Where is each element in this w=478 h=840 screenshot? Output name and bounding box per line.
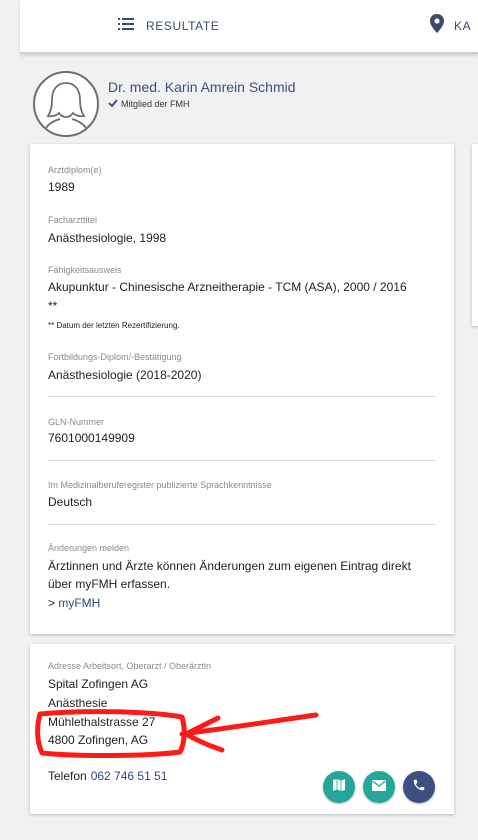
capability-marker: ** bbox=[48, 299, 58, 313]
address-line-2: Anästhesie bbox=[48, 696, 108, 710]
diploma-label: Arztdiplom(e) bbox=[48, 165, 102, 175]
email-button[interactable] bbox=[363, 771, 395, 803]
address-line-1: Spital Zofingen AG bbox=[48, 677, 149, 691]
training-value: Anästhesiologie (2018-2020) bbox=[48, 368, 202, 382]
recertification-note: ** Datum der letzten Rezertifizierung. bbox=[48, 321, 180, 330]
training-label: Fortbildungs-Diplom/-Bestätigung bbox=[48, 352, 182, 362]
address-line-3: Mühlethalstrasse 27 bbox=[48, 715, 156, 729]
details-card: Arztdiplom(e) 1989 Facharzttitel Anästhe… bbox=[30, 144, 454, 634]
tab-results[interactable]: RESULTATE bbox=[118, 0, 219, 52]
languages-value: Deutsch bbox=[48, 495, 93, 509]
myfmh-link-row: > myFMH bbox=[48, 595, 100, 612]
avatar bbox=[33, 71, 99, 137]
adjacent-card-edge bbox=[472, 144, 478, 326]
tab-map[interactable]: KA bbox=[430, 0, 471, 52]
address-line-4: 4800 Zofingen, AG bbox=[48, 733, 149, 747]
myfmh-link[interactable]: myFMH bbox=[58, 596, 100, 610]
divider bbox=[48, 396, 436, 397]
tab-map-label: KA bbox=[454, 19, 472, 33]
map-button[interactable] bbox=[323, 771, 355, 803]
top-navigation-bar: RESULTATE KA bbox=[20, 0, 478, 54]
capability-label: Fähigkeitsausweis bbox=[48, 265, 122, 275]
phone-button[interactable] bbox=[403, 771, 435, 803]
phone-number[interactable]: 062 746 51 51 bbox=[91, 769, 168, 783]
checkmark-icon bbox=[108, 99, 118, 109]
gln-value: 7601000149909 bbox=[48, 431, 135, 445]
mail-icon bbox=[372, 778, 386, 796]
divider bbox=[48, 460, 436, 461]
phone-label: Telefon bbox=[48, 769, 87, 783]
report-changes-label: Änderungen melden bbox=[48, 543, 130, 553]
divider bbox=[48, 524, 436, 525]
female-avatar-icon bbox=[42, 82, 90, 135]
doctor-name: Dr. med. Karin Amrein Schmid bbox=[108, 79, 296, 95]
capability-value: Akupunktur - Chinesische Arzneitherapie … bbox=[48, 280, 407, 294]
address-label: Adresse Arbeitsort, Oberarzt / Oberärzti… bbox=[48, 661, 212, 671]
fmh-membership-label: Mitglied der FMH bbox=[121, 99, 190, 109]
languages-label: Im Medizinalberuferegister publizierte S… bbox=[48, 480, 272, 490]
link-prefix: > bbox=[48, 596, 59, 610]
report-changes-text-1: Ärztinnen und Ärzte können Änderungen zu… bbox=[48, 559, 411, 573]
gln-label: GLN-Nummer bbox=[48, 417, 105, 427]
fmh-membership: Mitglied der FMH bbox=[108, 99, 190, 109]
tab-results-label: RESULTATE bbox=[146, 19, 220, 33]
specialist-title-label: Facharzttitel bbox=[48, 215, 98, 225]
specialist-title-value: Anästhesiologie, 1998 bbox=[48, 231, 167, 245]
diploma-value: 1989 bbox=[48, 180, 75, 194]
list-icon bbox=[118, 17, 134, 35]
report-changes-text-2: über myFMH erfassen. bbox=[48, 577, 171, 591]
location-pin-icon bbox=[430, 14, 444, 38]
phone-row: Telefon 062 746 51 51 bbox=[48, 768, 167, 785]
phone-icon bbox=[412, 778, 426, 797]
address-card: Adresse Arbeitsort, Oberarzt / Oberärzti… bbox=[30, 644, 454, 814]
map-icon bbox=[332, 778, 346, 797]
